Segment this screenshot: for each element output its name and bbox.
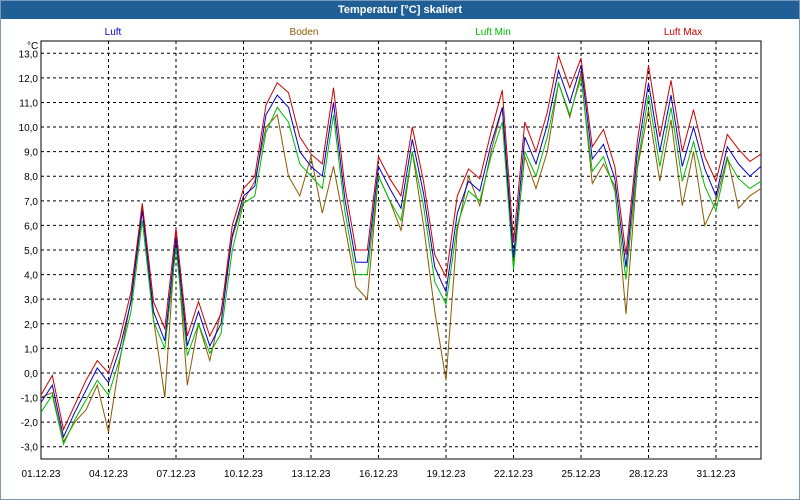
y-tick-label: 7,0 — [24, 197, 38, 208]
legend-entry: Luft — [105, 27, 122, 38]
y-tick-label: 5,0 — [24, 246, 38, 257]
x-tick-label: 13.12.23 — [292, 469, 331, 480]
x-tick-label: 01.12.23 — [22, 469, 61, 480]
y-tick-label: 8,0 — [24, 172, 38, 183]
y-tick-label: 3,0 — [24, 295, 38, 306]
legend-entry: Boden — [290, 27, 319, 38]
x-tick-label: 19.12.23 — [427, 469, 466, 480]
y-tick-label: 6,0 — [24, 221, 38, 232]
y-tick-label: 12,0 — [19, 74, 39, 85]
y-tick-label: 11,0 — [19, 98, 38, 109]
x-tick-label: 28.12.23 — [629, 469, 668, 480]
grid — [40, 41, 761, 459]
x-tick-label: 31.12.23 — [697, 469, 736, 480]
y-tick-label: 9,0 — [24, 148, 38, 159]
y-tick-label: 1,0 — [24, 344, 38, 355]
legend-entry: Luft Min — [475, 27, 511, 38]
x-tick-label: 10.12.23 — [224, 469, 263, 480]
temperature-chart: -3,0 -2,0 -1,0 0,0 1,0 2,0 3,0 4,0 5,0 6,0 7,0 8,0 9… — [19, 27, 762, 480]
x-tick-label: 07.12.23 — [157, 469, 196, 480]
y-tick-label: -3,0 — [21, 443, 39, 454]
y-tick-label: -2,0 — [21, 418, 39, 429]
y-tick-label: 0,0 — [24, 369, 38, 380]
x-tick-label: 04.12.23 — [89, 469, 128, 480]
x-tick-label: 16.12.23 — [359, 469, 398, 480]
y-tick-label: 4,0 — [24, 271, 38, 282]
y-tick-label: 2,0 — [24, 320, 38, 331]
y-tick-label: -1,0 — [21, 394, 39, 405]
legend-entry: Luft Max — [664, 27, 702, 38]
legend: Luft Boden Luft Min Luft Max — [105, 27, 703, 38]
x-tick-label: 25.12.23 — [562, 469, 601, 480]
y-axis-unit: °C — [27, 41, 38, 52]
y-tick-label: 10,0 — [19, 123, 39, 134]
x-tick-label: 22.12.23 — [494, 469, 533, 480]
x-axis-ticks: 01.12.23 04.12.23 07.12.23 10.12.23 13.12.23… — [22, 469, 736, 480]
series-line-boden — [40, 72, 762, 444]
y-axis-ticks: -3,0 -2,0 -1,0 0,0 1,0 2,0 3,0 4,0 5,0 6,0 7,0 8,0 9… — [19, 49, 39, 453]
chart-window: Temperatur [°C] skaliert -3,0 -2,0 -1,0 0,0… — [0, 0, 800, 500]
